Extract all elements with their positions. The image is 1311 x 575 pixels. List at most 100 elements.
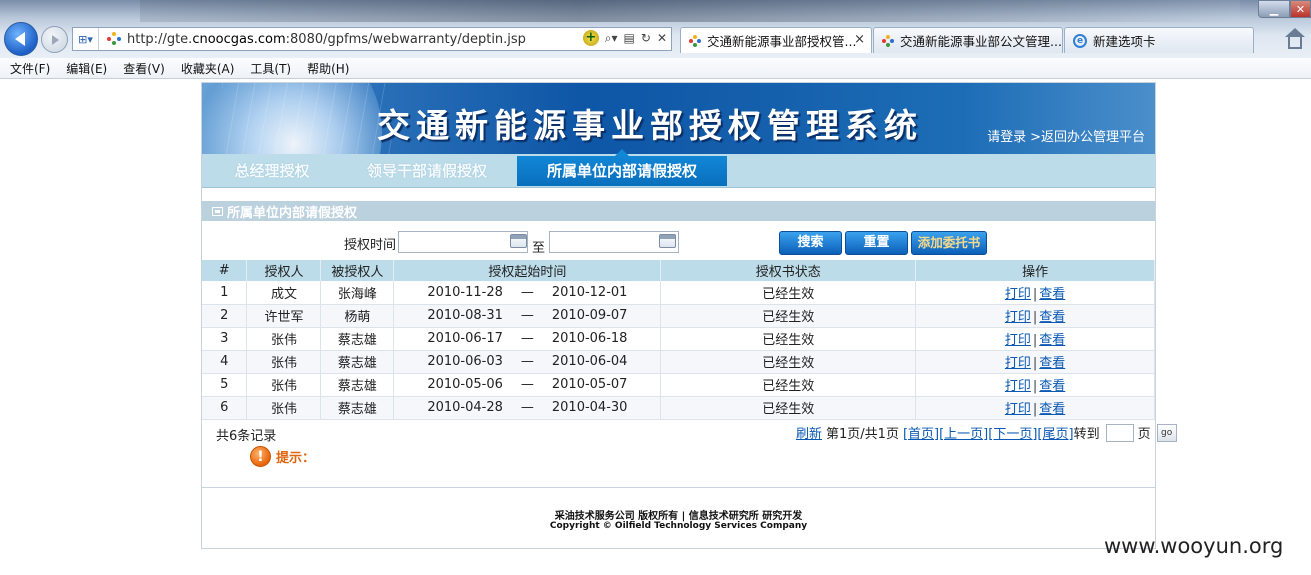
action-separator: |	[1032, 286, 1038, 302]
period-dash: —	[520, 308, 534, 323]
table-header-row: # 授权人 被授权人 授权起始时间 授权书状态 操作	[202, 260, 1155, 281]
menu-favorites[interactable]: 收藏夹(A)	[181, 60, 235, 77]
add-favorite-icon[interactable]: +	[582, 30, 599, 46]
home-button[interactable]	[1282, 27, 1308, 53]
print-link[interactable]: 打印	[1005, 287, 1031, 302]
page-number-input[interactable]	[1105, 423, 1134, 442]
calendar-icon[interactable]	[510, 234, 527, 248]
cell-status: 已经生效	[660, 281, 917, 305]
forward-arrow-icon	[52, 34, 59, 45]
prev-page-link[interactable]: [上一页]	[939, 423, 988, 442]
end-date: 2010-05-07	[551, 377, 628, 392]
minimize-button[interactable]: ▁	[1258, 0, 1290, 18]
next-page-link[interactable]: [下一页]	[988, 423, 1037, 442]
action-separator: |	[1032, 402, 1038, 417]
cell-period: 2010-06-03 — 2010-06-04	[393, 350, 662, 374]
search-icon[interactable]: ⌕▾	[605, 31, 618, 46]
last-page-link[interactable]: [尾页]	[1037, 423, 1073, 442]
refresh-link[interactable]: 刷新	[796, 423, 822, 442]
view-link[interactable]: 查看	[1039, 402, 1065, 417]
action-separator: |	[1032, 333, 1038, 348]
cell-status: 已经生效	[660, 373, 917, 397]
calendar-icon[interactable]	[659, 234, 676, 248]
url-text[interactable]: http://gte.cnoocgas.com:8080/gpfms/webwa…	[127, 32, 526, 47]
view-link[interactable]: 查看	[1039, 379, 1065, 394]
tip-label: 提示：	[276, 451, 316, 466]
forward-button[interactable]	[41, 26, 68, 53]
browser-tab-1[interactable]: 交通新能源事业部授权管... ×	[680, 27, 872, 53]
col-actions: 操作	[915, 260, 1155, 281]
stop-icon[interactable]: ✕	[657, 31, 667, 45]
pagination: 刷新 第1页/共1页 [首页] [上一页] [下一页] [尾页] 转到 页 go	[796, 423, 1177, 442]
cell-grantor: 许世军	[246, 304, 322, 328]
view-link[interactable]: 查看	[1039, 333, 1065, 348]
address-bar[interactable]: ⊞▾ http://gte.cnoocgas.com:8080/gpfms/we…	[72, 27, 672, 51]
compat-view-icon[interactable]: ⊞▾	[73, 28, 99, 50]
cell-period: 2010-08-31 — 2010-09-07	[393, 304, 662, 328]
start-date-input[interactable]	[398, 231, 528, 253]
tab-unit-leave-authorization[interactable]: 所属单位内部请假授权	[517, 149, 727, 186]
cell-status: 已经生效	[660, 327, 917, 351]
compat-icon[interactable]: ▤	[624, 31, 635, 45]
close-tab-icon[interactable]: ×	[854, 32, 865, 47]
refresh-icon[interactable]: ↻	[641, 31, 651, 45]
cell-grantee: 蔡志雄	[320, 373, 395, 397]
cell-grantee: 蔡志雄	[320, 396, 395, 420]
print-link[interactable]: 打印	[1005, 356, 1031, 371]
view-link[interactable]: 查看	[1039, 287, 1065, 302]
cell-number: 2	[202, 304, 248, 328]
cell-actions: 打印 | 查看	[915, 350, 1155, 374]
print-link[interactable]: 打印	[1005, 333, 1031, 348]
site-favicon	[107, 32, 121, 46]
col-number: #	[202, 260, 248, 281]
site-favicon	[882, 34, 894, 47]
back-to-platform-link[interactable]: >返回办公管理平台	[1030, 130, 1145, 145]
globe-lines	[222, 83, 392, 154]
end-date: 2010-09-07	[551, 308, 628, 323]
end-date: 2010-04-30	[551, 400, 628, 415]
menu-tools[interactable]: 工具(T)	[250, 60, 291, 77]
print-link[interactable]: 打印	[1005, 310, 1031, 325]
cell-number: 6	[202, 396, 248, 420]
menu-file[interactable]: 文件(F)	[10, 60, 50, 77]
table-row: 1 成文 张海峰 2010-11-28—2010-12-01 已经生效 打印 | 查看	[202, 281, 1155, 305]
action-separator: |	[1032, 310, 1038, 325]
browser-tab-new[interactable]: e 新建选项卡	[1064, 27, 1254, 53]
add-letter-button[interactable]: 添加委托书	[911, 231, 987, 255]
tab-gm-authorization[interactable]: 总经理授权	[232, 156, 312, 186]
close-window-button[interactable]: ✕	[1290, 0, 1311, 18]
footer-divider	[202, 487, 1155, 488]
first-page-link[interactable]: [首页]	[903, 423, 939, 442]
go-button[interactable]: go	[1156, 423, 1177, 442]
search-button[interactable]: 搜索	[779, 231, 842, 255]
col-status: 授权书状态	[660, 260, 917, 281]
menu-help[interactable]: 帮助(H)	[307, 60, 349, 77]
site-favicon	[689, 34, 701, 47]
view-link[interactable]: 查看	[1039, 356, 1065, 371]
goto-label: 转到	[1073, 427, 1100, 442]
tab-leader-leave-authorization[interactable]: 领导干部请假授权	[362, 156, 492, 186]
section-icon	[212, 206, 223, 216]
col-period: 授权起始时间	[393, 260, 662, 281]
menu-view[interactable]: 查看(V)	[123, 60, 165, 77]
login-link[interactable]: 请登录	[987, 130, 1026, 145]
view-link[interactable]: 查看	[1039, 310, 1065, 325]
watermark: www.wooyun.org	[1104, 534, 1284, 558]
reset-button[interactable]: 重置	[845, 231, 908, 255]
print-link[interactable]: 打印	[1005, 379, 1031, 394]
footer-copyright-cn: 采油技术服务公司 版权所有 | 信息技术研究所 研究开发	[554, 511, 803, 522]
page-container: 交通新能源事业部授权管理系统 请登录 >返回办公管理平台 总经理授权 领导干部请假…	[201, 82, 1177, 549]
browser-tab-2[interactable]: 交通新能源事业部公文管理...	[873, 27, 1063, 53]
warning-icon: !	[250, 446, 271, 467]
cell-grantee: 蔡志雄	[320, 327, 395, 351]
address-tools: + ⌕▾ ▤ ↻ ✕	[582, 30, 667, 46]
cell-number: 4	[202, 350, 248, 374]
action-separator: |	[1032, 379, 1038, 394]
menu-edit[interactable]: 编辑(E)	[66, 60, 107, 77]
print-link[interactable]: 打印	[1005, 402, 1031, 417]
site-banner: 交通新能源事业部授权管理系统 请登录 >返回办公管理平台	[202, 83, 1155, 154]
footer-copyright-en: Copyright © Oilfield Technology Services…	[549, 521, 808, 531]
back-button[interactable]	[4, 22, 38, 56]
start-date: 2010-06-03	[427, 354, 503, 369]
period-dash: —	[520, 354, 534, 369]
